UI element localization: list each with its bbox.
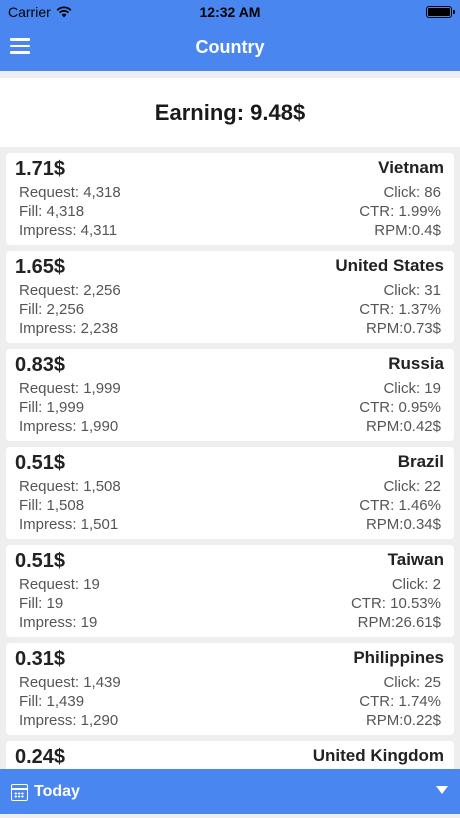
card-amount: 0.24$ — [15, 746, 66, 768]
period-label: Today — [34, 783, 80, 800]
card-click: Click: 2 — [391, 576, 441, 593]
card-ctr: CTR: 1.37% — [359, 301, 441, 318]
card-ctr: CTR: 0.95% — [359, 399, 441, 416]
card-click: Click: 19 — [383, 380, 441, 397]
card-amount: 0.51$ — [15, 452, 66, 474]
card-request: Request: 1,439 — [19, 674, 121, 691]
top-bar: Carrier 12:32 AM Country — [0, 0, 460, 71]
card-ctr: CTR: 1.74% — [359, 693, 441, 710]
card-request: Request: 2,256 — [19, 282, 121, 299]
card-fill: Fill: 1,508 — [19, 497, 85, 514]
status-bar: Carrier 12:32 AM — [0, 0, 460, 24]
card-click: Click: 25 — [383, 674, 441, 691]
page-title: Country — [195, 37, 265, 57]
card-request: Request: 4,318 — [19, 184, 121, 201]
card-country: Russia — [388, 354, 444, 373]
country-card-united-kingdom[interactable]: 0.24$ United Kingdom — [6, 741, 454, 769]
card-country: United States — [335, 256, 444, 275]
status-time: 12:32 AM — [199, 4, 261, 20]
card-fill: Fill: 2,256 — [19, 301, 85, 318]
card-impress: Impress: 4,311 — [19, 222, 118, 239]
card-request: Request: 1,999 — [19, 380, 121, 397]
card-country: Vietnam — [378, 158, 444, 177]
card-country: Brazil — [397, 452, 444, 471]
card-request: Request: 1,508 — [19, 478, 121, 495]
country-list[interactable]: 1.71$ Vietnam Request: 4,318 Fill: 4,318… — [0, 153, 460, 769]
card-impress: Impress: 1,501 — [19, 516, 119, 533]
country-card-united-states[interactable]: 1.65$ United States Request: 2,256 Fill:… — [6, 251, 454, 343]
card-fill: Fill: 1,439 — [19, 693, 85, 710]
earning-total: Earning: 9.48$ — [0, 78, 460, 147]
chevron-down-icon — [436, 786, 448, 794]
card-rpm: RPM:0.42$ — [365, 418, 441, 435]
navigation-bar: Country — [0, 24, 460, 71]
card-amount: 1.71$ — [15, 158, 66, 180]
card-ctr: CTR: 1.99% — [359, 203, 441, 220]
card-amount: 1.65$ — [15, 256, 66, 278]
card-rpm: RPM:0.4$ — [374, 222, 441, 239]
card-request: Request: 19 — [19, 576, 100, 593]
country-card-vietnam[interactable]: 1.71$ Vietnam Request: 4,318 Fill: 4,318… — [6, 153, 454, 245]
home-indicator-area — [0, 814, 460, 818]
card-click: Click: 22 — [383, 478, 441, 495]
card-click: Click: 86 — [383, 184, 441, 201]
card-rpm: RPM:0.73$ — [365, 320, 441, 337]
card-impress: Impress: 2,238 — [19, 320, 119, 337]
calendar-icon — [11, 784, 28, 801]
card-impress: Impress: 1,990 — [19, 418, 119, 435]
card-amount: 0.83$ — [15, 354, 66, 376]
card-click: Click: 31 — [383, 282, 441, 299]
card-fill: Fill: 4,318 — [19, 203, 85, 220]
card-impress: Impress: 1,290 — [19, 712, 119, 729]
country-card-russia[interactable]: 0.83$ Russia Request: 1,999 Fill: 1,999 … — [6, 349, 454, 441]
card-fill: Fill: 1,999 — [19, 399, 85, 416]
card-fill: Fill: 19 — [19, 595, 64, 612]
card-rpm: RPM:0.22$ — [365, 712, 441, 729]
country-card-philippines[interactable]: 0.31$ Philippines Request: 1,439 Fill: 1… — [6, 643, 454, 735]
card-impress: Impress: 19 — [19, 614, 98, 631]
country-card-taiwan[interactable]: 0.51$ Taiwan Request: 19 Fill: 19 Impres… — [6, 545, 454, 637]
card-rpm: RPM:0.34$ — [365, 516, 441, 533]
card-rpm: RPM:26.61$ — [357, 614, 441, 631]
card-amount: 0.51$ — [15, 550, 66, 572]
card-ctr: CTR: 1.46% — [359, 497, 441, 514]
battery-icon — [426, 6, 455, 18]
period-selector[interactable]: Today — [0, 769, 460, 814]
card-country: Philippines — [353, 648, 444, 667]
card-country: United Kingdom — [312, 746, 444, 765]
card-country: Taiwan — [387, 550, 444, 569]
country-card-brazil[interactable]: 0.51$ Brazil Request: 1,508 Fill: 1,508 … — [6, 447, 454, 539]
card-ctr: CTR: 10.53% — [350, 595, 441, 612]
card-amount: 0.31$ — [15, 648, 66, 670]
